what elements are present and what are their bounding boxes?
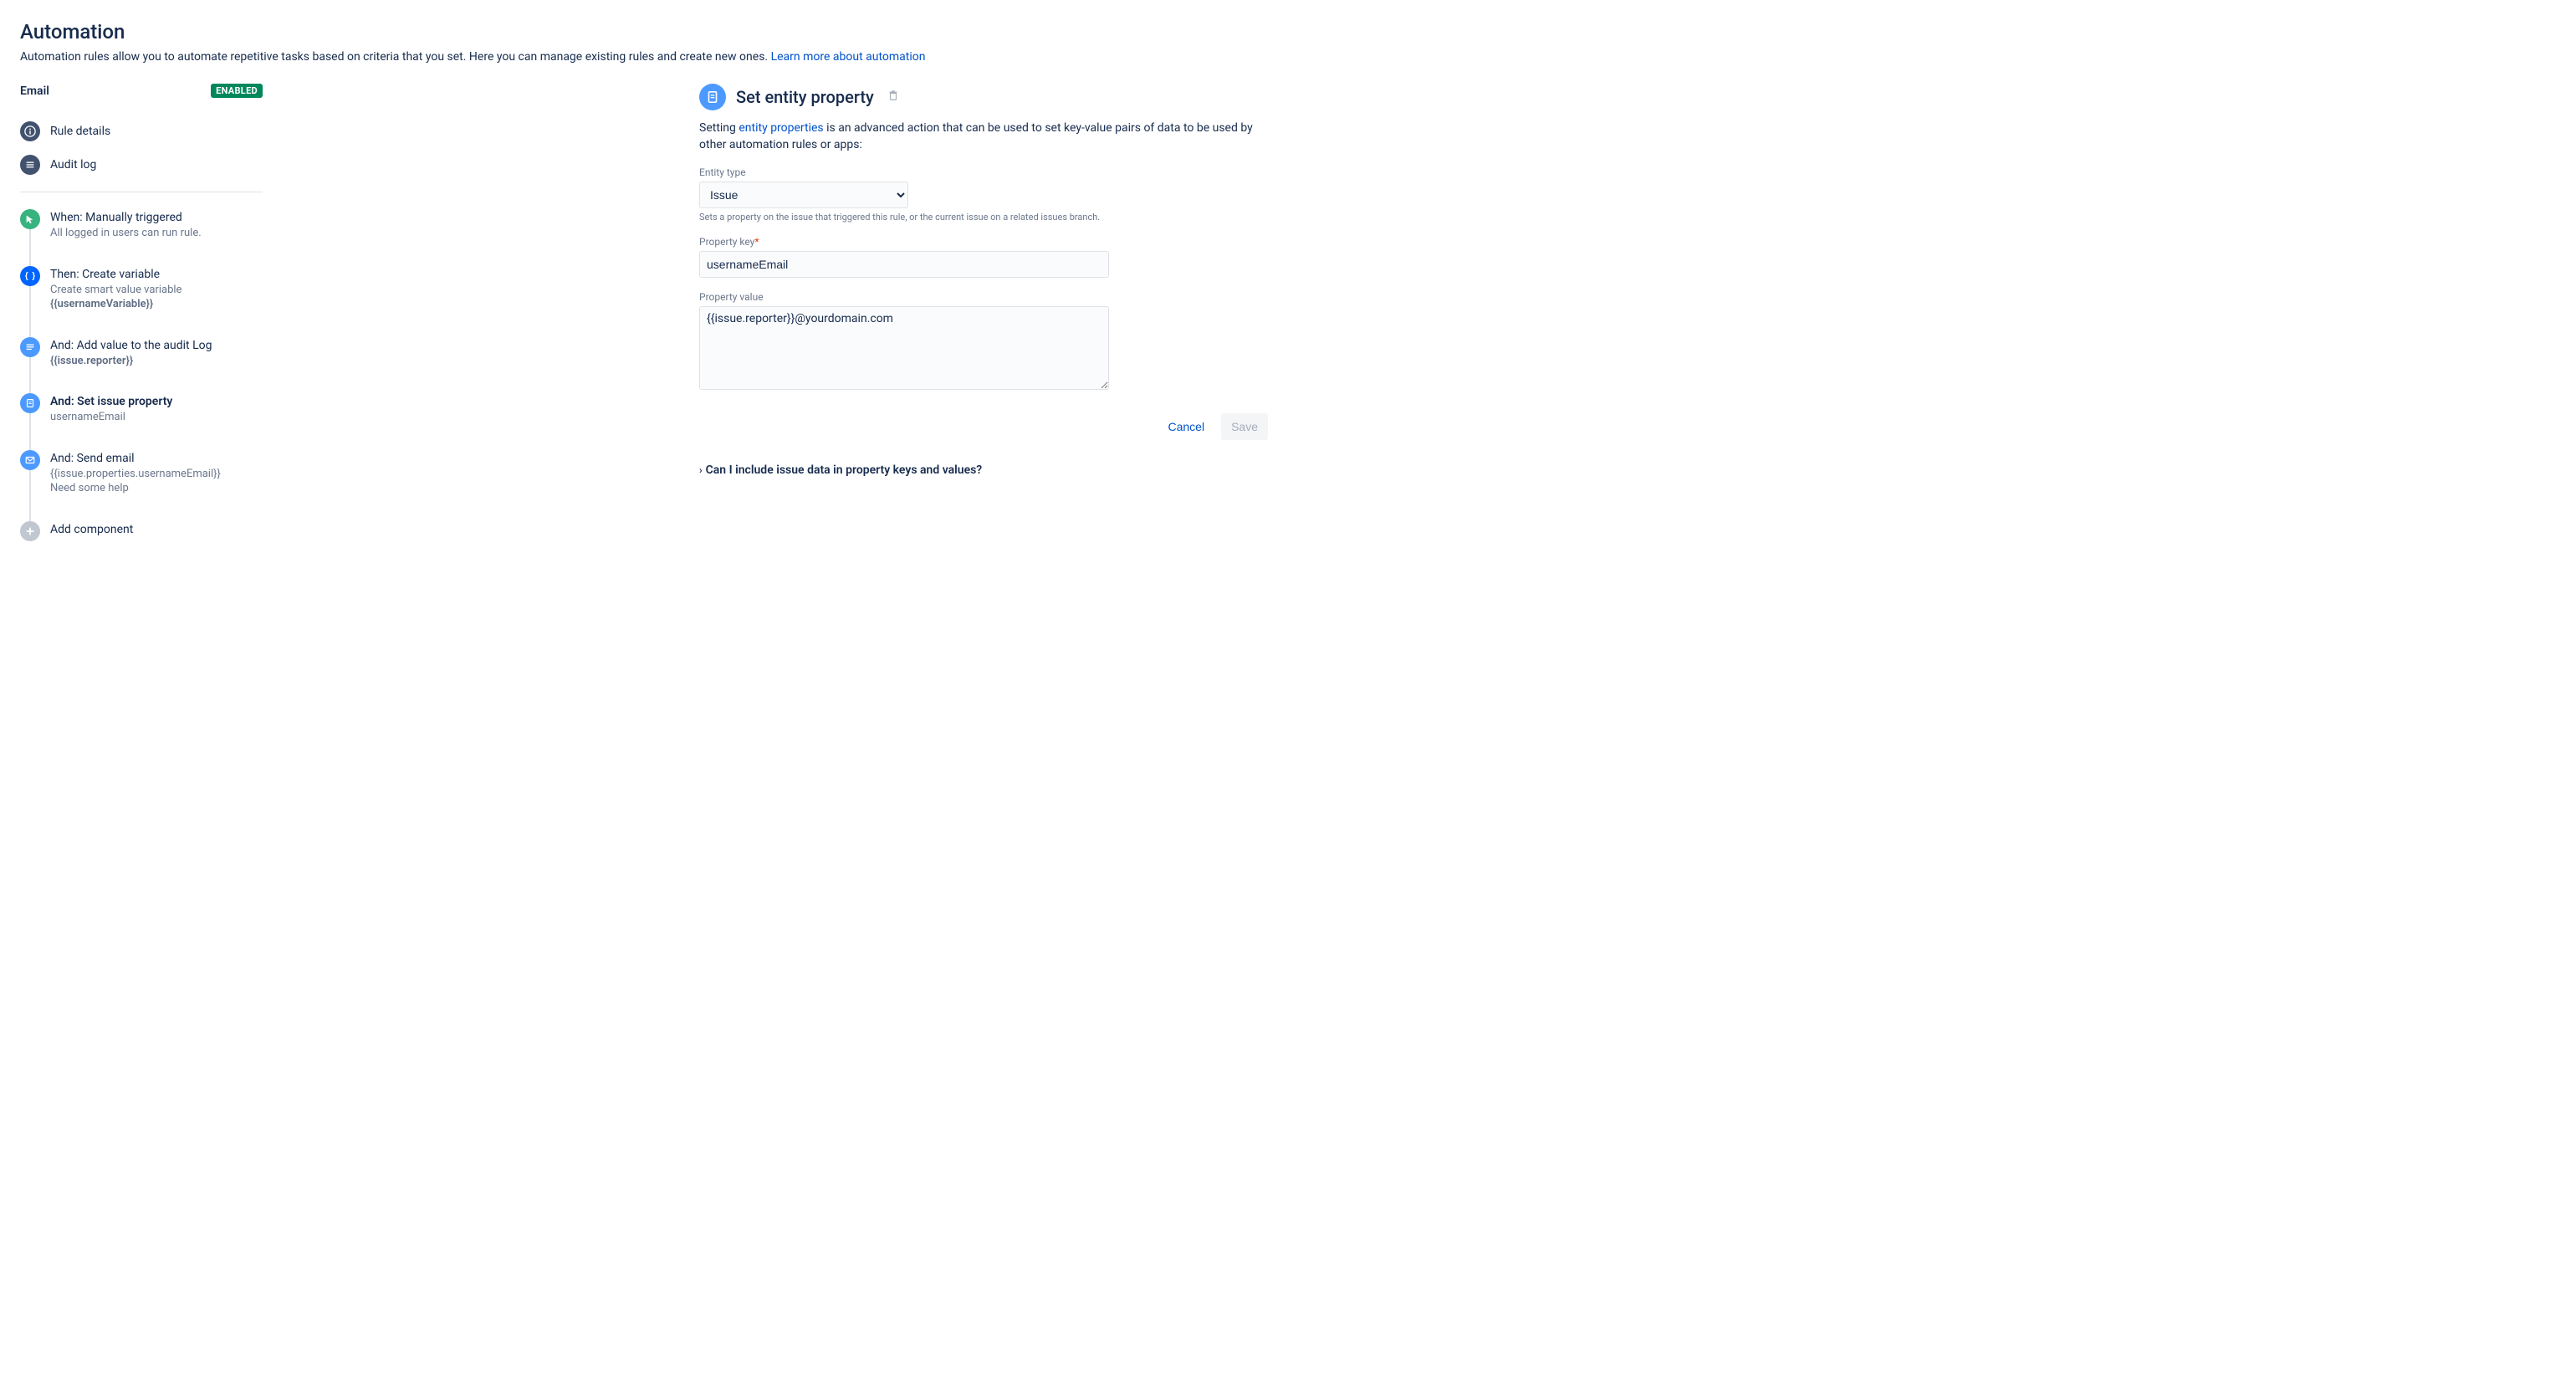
entity-type-help: Sets a property on the issue that trigge… (699, 212, 1268, 223)
panel-title: Set entity property (736, 87, 874, 107)
nav-rule-details-label: Rule details (50, 125, 110, 138)
page-description-text: Automation rules allow you to automate r… (20, 50, 771, 64)
entity-type-label: Entity type (699, 166, 1268, 178)
nav-rule-details[interactable]: Rule details (20, 115, 263, 148)
document-icon (20, 337, 40, 357)
save-button[interactable]: Save (1221, 413, 1268, 440)
cursor-icon (20, 209, 40, 229)
info-icon (20, 121, 40, 141)
property-icon (699, 84, 726, 110)
add-component[interactable]: Add component (20, 521, 263, 541)
faq-toggle[interactable]: › Can I include issue data in property k… (699, 463, 1268, 477)
trash-icon[interactable] (887, 90, 899, 105)
nav-audit-log[interactable]: Audit log (20, 148, 263, 182)
step-set-property[interactable]: And: Set issue property usernameEmail (20, 393, 263, 450)
step-subtitle: All logged in users can run rule. (50, 226, 202, 241)
step-title: Then: Create variable (50, 268, 181, 281)
entity-type-select[interactable]: Issue (699, 182, 908, 208)
property-key-label: Property key* (699, 236, 1268, 248)
page-title: Automation (20, 20, 1268, 44)
chevron-right-icon: › (699, 464, 703, 476)
page-description: Automation rules allow you to automate r… (20, 50, 1268, 64)
list-icon (20, 155, 40, 175)
panel-desc-prefix: Setting (699, 121, 739, 135)
step-subtitle: Create smart value variable (50, 283, 181, 298)
property-value-textarea[interactable] (699, 306, 1109, 390)
cancel-button[interactable]: Cancel (1158, 413, 1214, 440)
step-subtitle: {{issue.properties.usernameEmail}} (50, 467, 221, 482)
step-subtitle-code: {{usernameVariable}} (50, 297, 181, 312)
step-title: When: Manually triggered (50, 211, 202, 224)
mail-icon (20, 450, 40, 470)
step-trigger[interactable]: When: Manually triggered All logged in u… (20, 209, 263, 266)
step-subtitle-code: {{issue.reporter}} (50, 354, 212, 369)
property-key-input[interactable] (699, 251, 1109, 278)
step-create-variable[interactable]: Then: Create variable Create smart value… (20, 266, 263, 337)
add-component-label: Add component (50, 523, 133, 536)
step-title: And: Send email (50, 452, 221, 465)
entity-properties-link[interactable]: entity properties (739, 121, 823, 135)
step-subtitle: Need some help (50, 481, 221, 496)
rule-name: Email (20, 84, 49, 98)
property-icon (20, 393, 40, 413)
nav-audit-log-label: Audit log (50, 158, 96, 171)
plus-icon (20, 521, 40, 541)
step-subtitle: usernameEmail (50, 410, 172, 425)
status-badge: ENABLED (211, 84, 263, 98)
step-send-email[interactable]: And: Send email {{issue.properties.usern… (20, 450, 263, 521)
step-title: And: Add value to the audit Log (50, 339, 212, 352)
property-value-label: Property value (699, 291, 1268, 303)
step-title: And: Set issue property (50, 395, 172, 408)
step-audit-log[interactable]: And: Add value to the audit Log {{issue.… (20, 337, 263, 394)
braces-icon (20, 266, 40, 286)
panel-description: Setting entity properties is an advanced… (699, 120, 1268, 153)
learn-more-link[interactable]: Learn more about automation (771, 50, 926, 64)
faq-text: Can I include issue data in property key… (706, 463, 983, 477)
